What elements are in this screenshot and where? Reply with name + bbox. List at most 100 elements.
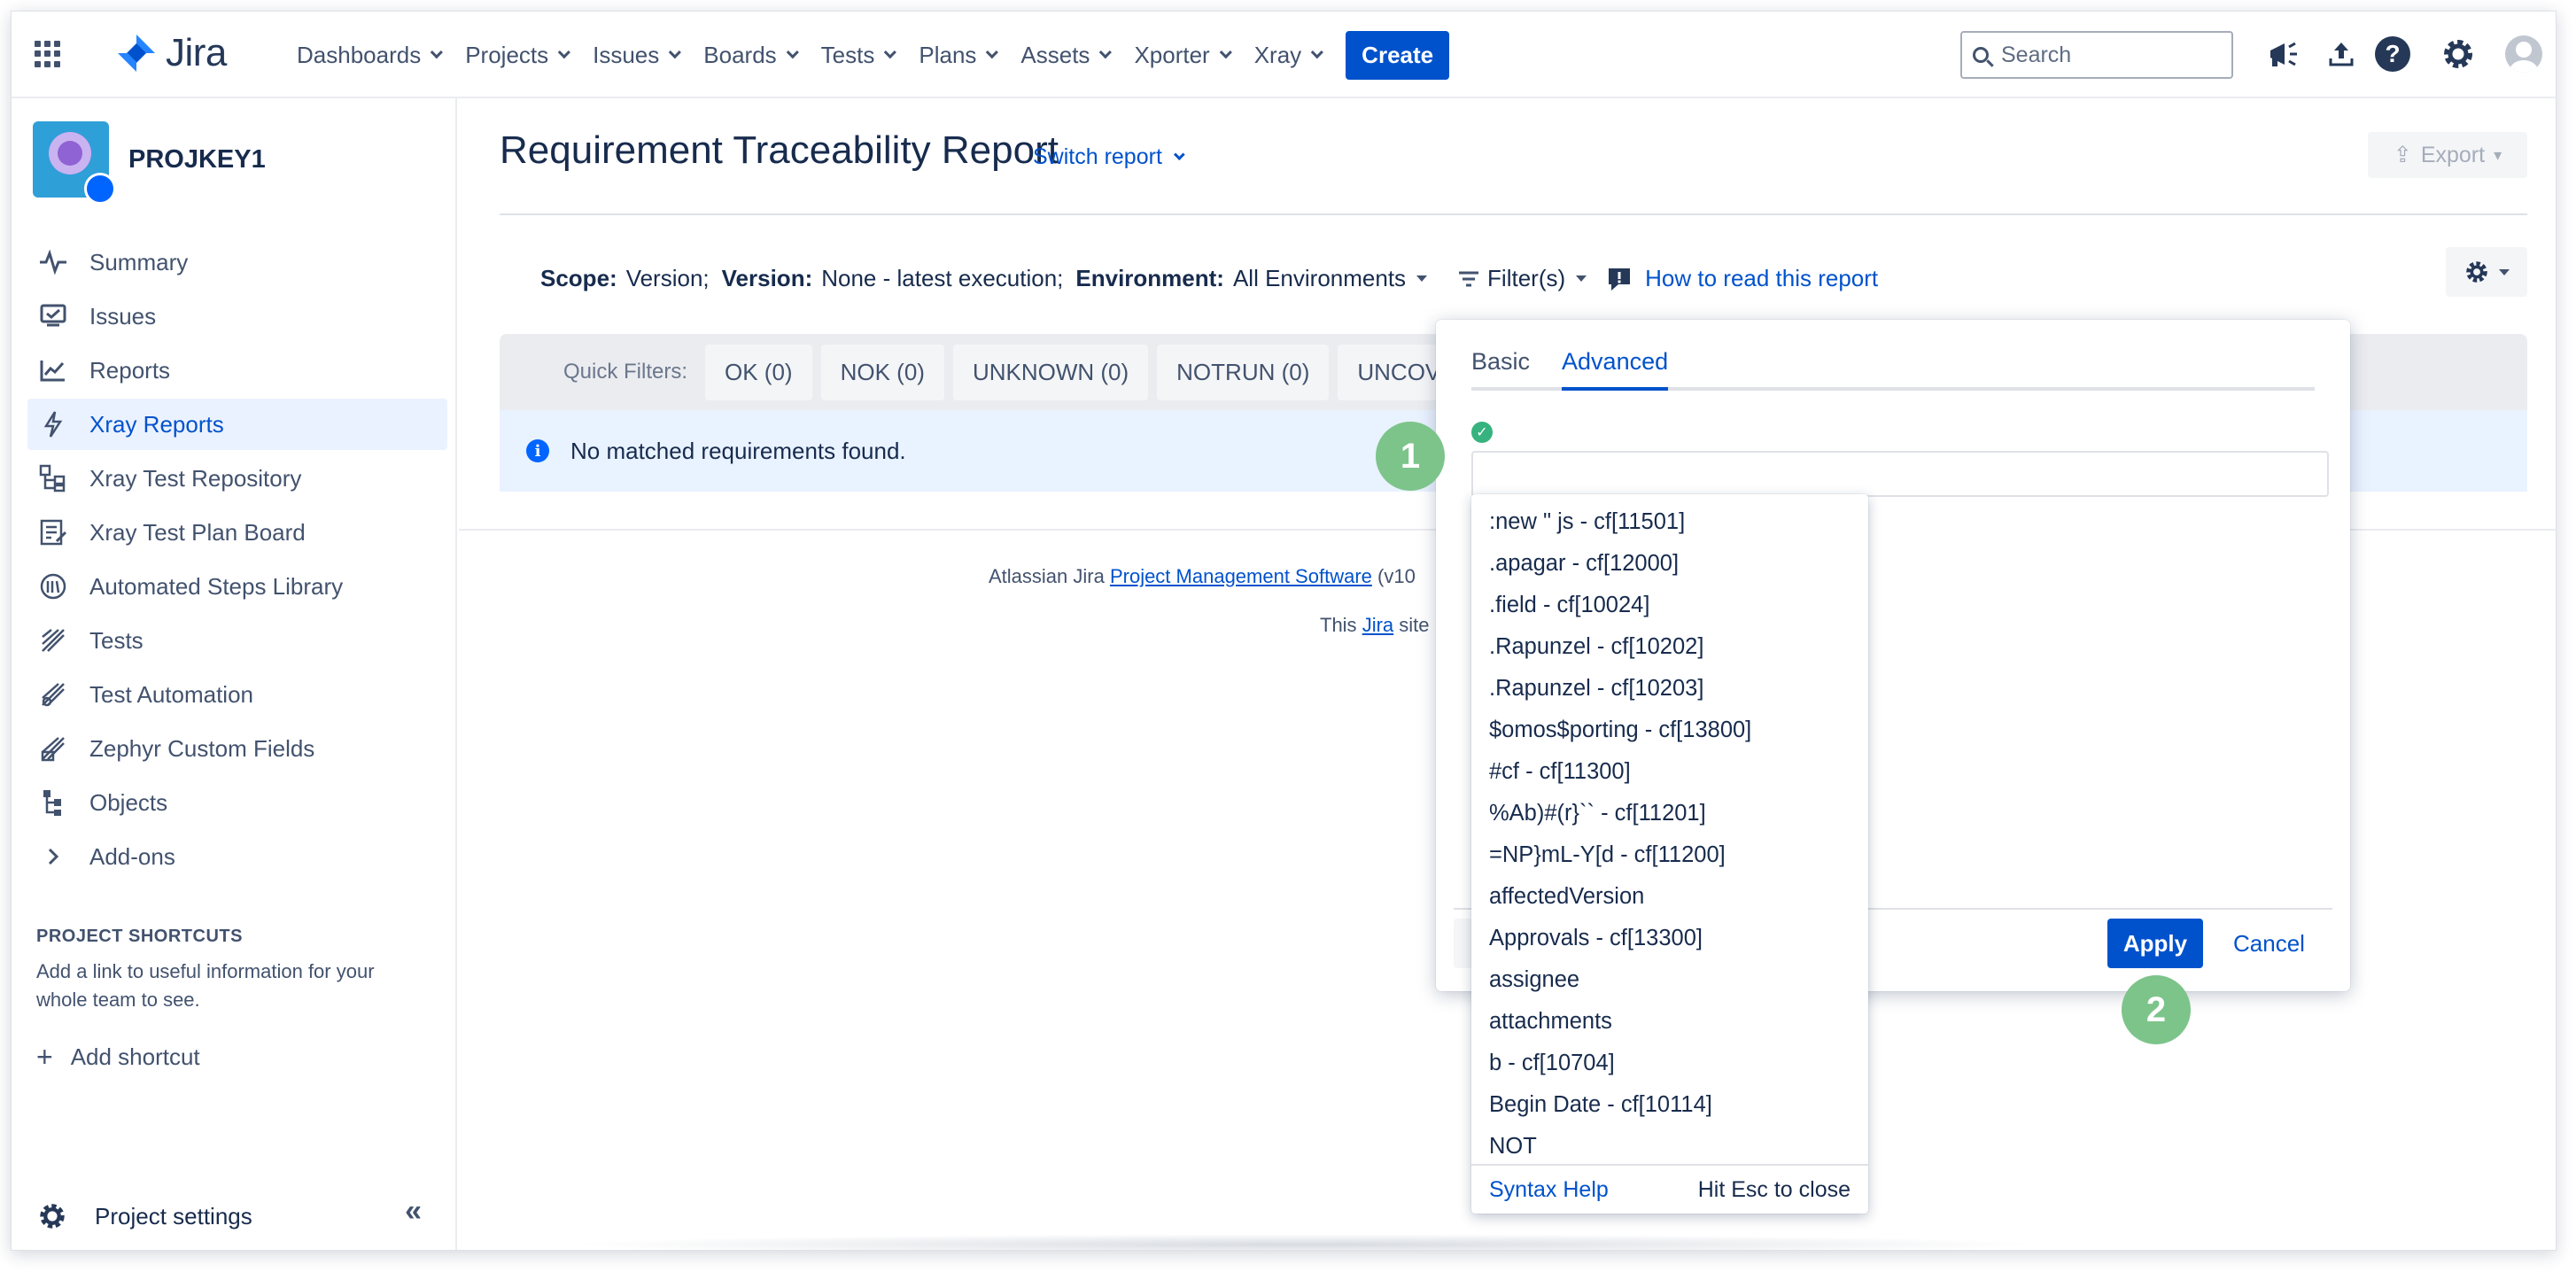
nav-assets[interactable]: Assets: [1020, 42, 1113, 69]
sidebar-item-xray-test-plan-board[interactable]: Xray Test Plan Board: [27, 507, 447, 558]
autocomplete-option[interactable]: :new " js - cf[11501]: [1471, 501, 1868, 543]
quick-filter-unknown[interactable]: UNKNOWN (0): [952, 344, 1149, 400]
nav-tests[interactable]: Tests: [821, 42, 897, 69]
create-button[interactable]: Create: [1346, 30, 1450, 80]
add-shortcut-button[interactable]: + Add shortcut: [36, 1041, 200, 1074]
project-shortcuts-note: Add a link to useful information for you…: [36, 960, 375, 1011]
sidebar-item-tests[interactable]: Tests: [27, 615, 447, 666]
steps-library-icon: [38, 571, 68, 601]
nav-xporter[interactable]: Xporter: [1134, 42, 1232, 69]
autocomplete-option[interactable]: affectedVersion: [1471, 876, 1868, 918]
footer-text: site: [1393, 614, 1430, 636]
valid-query-check-icon: ✓: [1471, 422, 1493, 443]
autocomplete-option[interactable]: Begin Date - cf[10114]: [1471, 1084, 1868, 1126]
footer-link[interactable]: Project Management Software: [1110, 565, 1372, 587]
sidebar-item-label: Automated Steps Library: [89, 572, 344, 600]
autocomplete-option[interactable]: $omos$porting - cf[13800]: [1471, 710, 1868, 751]
quick-filter-nok[interactable]: NOK (0): [820, 344, 944, 400]
jira-logo[interactable]: Jira: [116, 31, 227, 75]
report-scope-bar: Scope: Version; Version: None - latest e…: [540, 265, 1878, 292]
feedback-icon: [1609, 268, 1631, 291]
nav-menu: Dashboards Projects Issues Boards Tests …: [297, 12, 1450, 98]
quick-filter-notrun[interactable]: NOTRUN (0): [1157, 344, 1330, 400]
export-label: Export: [2420, 142, 2486, 167]
sidebar-item-summary[interactable]: Summary: [27, 237, 447, 288]
caret-down-icon: [1576, 275, 1587, 282]
chevron-down-icon: [2499, 268, 2510, 275]
autocomplete-option[interactable]: attachments: [1471, 1001, 1868, 1043]
tests-icon: [38, 625, 68, 655]
sidebar-item-automated-steps-library[interactable]: Automated Steps Library: [27, 561, 447, 612]
sidebar-item-reports[interactable]: Reports: [27, 345, 447, 396]
nav-dashboards[interactable]: Dashboards: [297, 42, 444, 69]
export-button[interactable]: ⇪ Export ▾: [2368, 132, 2527, 178]
upload-icon[interactable]: [2322, 35, 2361, 74]
environment-value: All Environments: [1232, 265, 1407, 291]
quick-filter-ok[interactable]: OK (0): [705, 344, 812, 400]
search-placeholder: Search: [2001, 42, 2072, 67]
filter-mode-tabs: Basic Advanced: [1471, 348, 2315, 391]
filters-button[interactable]: Filter(s): [1457, 265, 1587, 292]
scope-label: Scope:: [540, 265, 617, 291]
info-icon: i: [526, 439, 549, 462]
search-icon: [1973, 47, 1989, 63]
autocomplete-option[interactable]: =NP}mL-Y[d - cf[11200]: [1471, 834, 1868, 876]
help-icon[interactable]: ?: [2373, 35, 2412, 74]
tab-advanced[interactable]: Advanced: [1562, 348, 1669, 391]
nav-label: Boards: [703, 41, 777, 68]
footer-link[interactable]: Jira: [1362, 614, 1393, 636]
collapse-sidebar-icon[interactable]: «: [405, 1194, 422, 1229]
sidebar-item-objects[interactable]: Objects: [27, 777, 447, 828]
switch-report-link[interactable]: Switch report: [1033, 144, 1185, 170]
add-shortcut-label: Add shortcut: [70, 1043, 200, 1070]
syntax-help-link[interactable]: Syntax Help: [1489, 1177, 1609, 1203]
sidebar-item-zephyr-custom-fields[interactable]: Zephyr Custom Fields: [27, 723, 447, 774]
tab-basic[interactable]: Basic: [1471, 348, 1530, 387]
nav-plans[interactable]: Plans: [919, 42, 999, 69]
nav-boards[interactable]: Boards: [703, 41, 799, 69]
sidebar-item-issues[interactable]: Issues: [27, 291, 447, 342]
nav-xray[interactable]: Xray: [1254, 42, 1324, 69]
autocomplete-option[interactable]: Approvals - cf[13300]: [1471, 918, 1868, 959]
autocomplete-option[interactable]: #cf - cf[11300]: [1471, 751, 1868, 793]
nav-projects[interactable]: Projects: [465, 41, 571, 69]
sidebar-item-test-automation[interactable]: Test Automation: [27, 669, 447, 720]
autocomplete-option[interactable]: assignee: [1471, 959, 1868, 1001]
project-header[interactable]: PROJKEY1: [33, 121, 266, 205]
top-navigation: Jira Dashboards Projects Issues Boards T…: [12, 12, 2556, 98]
jql-query-input[interactable]: [1471, 451, 2329, 497]
report-settings-button[interactable]: [2446, 247, 2527, 297]
footer-line: This Jira site: [1320, 614, 1430, 637]
autocomplete-option[interactable]: .field - cf[10024]: [1471, 585, 1868, 626]
sidebar-item-add-ons[interactable]: Add-ons: [27, 831, 447, 882]
cancel-button[interactable]: Cancel: [2233, 919, 2305, 968]
app-switcher-icon[interactable]: [35, 41, 61, 67]
search-input[interactable]: Search: [1960, 31, 2233, 79]
how-to-read-link[interactable]: How to read this report: [1645, 265, 1878, 292]
autocomplete-option[interactable]: .Rapunzel - cf[10202]: [1471, 626, 1868, 668]
settings-gear-icon[interactable]: [2439, 35, 2478, 74]
issues-icon: [38, 301, 68, 331]
autocomplete-option[interactable]: .Rapunzel - cf[10203]: [1471, 668, 1868, 710]
jql-autocomplete-dropdown: :new " js - cf[11501] .apagar - cf[12000…: [1471, 494, 1868, 1214]
autocomplete-option[interactable]: b - cf[10704]: [1471, 1043, 1868, 1084]
autocomplete-option[interactable]: .apagar - cf[12000]: [1471, 543, 1868, 585]
chevron-right-icon: [38, 842, 68, 872]
sidebar-item-xray-reports[interactable]: Xray Reports: [27, 399, 447, 450]
autocomplete-option[interactable]: NOT: [1471, 1126, 1868, 1167]
caret-down-icon: [1416, 275, 1428, 282]
apply-button[interactable]: Apply: [2107, 919, 2203, 968]
footer-line: Atlassian Jira Project Management Softwa…: [989, 565, 1416, 588]
environment-selector[interactable]: Environment: All Environments: [1075, 265, 1428, 292]
filters-label: Filter(s): [1487, 265, 1566, 291]
notifications-megaphone-icon[interactable]: [2263, 35, 2302, 74]
nav-label: Projects: [465, 41, 549, 68]
sidebar-item-label: Summary: [89, 248, 189, 275]
nav-issues[interactable]: Issues: [593, 41, 682, 69]
sidebar-item-xray-test-repository[interactable]: Xray Test Repository: [27, 453, 447, 504]
nav-label: Issues: [593, 41, 660, 68]
autocomplete-option[interactable]: %Ab)#(r}`` - cf[11201]: [1471, 793, 1868, 834]
sidebar-item-label: Objects: [89, 788, 168, 816]
project-settings-button[interactable]: Project settings: [36, 1200, 252, 1232]
profile-avatar-icon[interactable]: [2504, 35, 2543, 74]
